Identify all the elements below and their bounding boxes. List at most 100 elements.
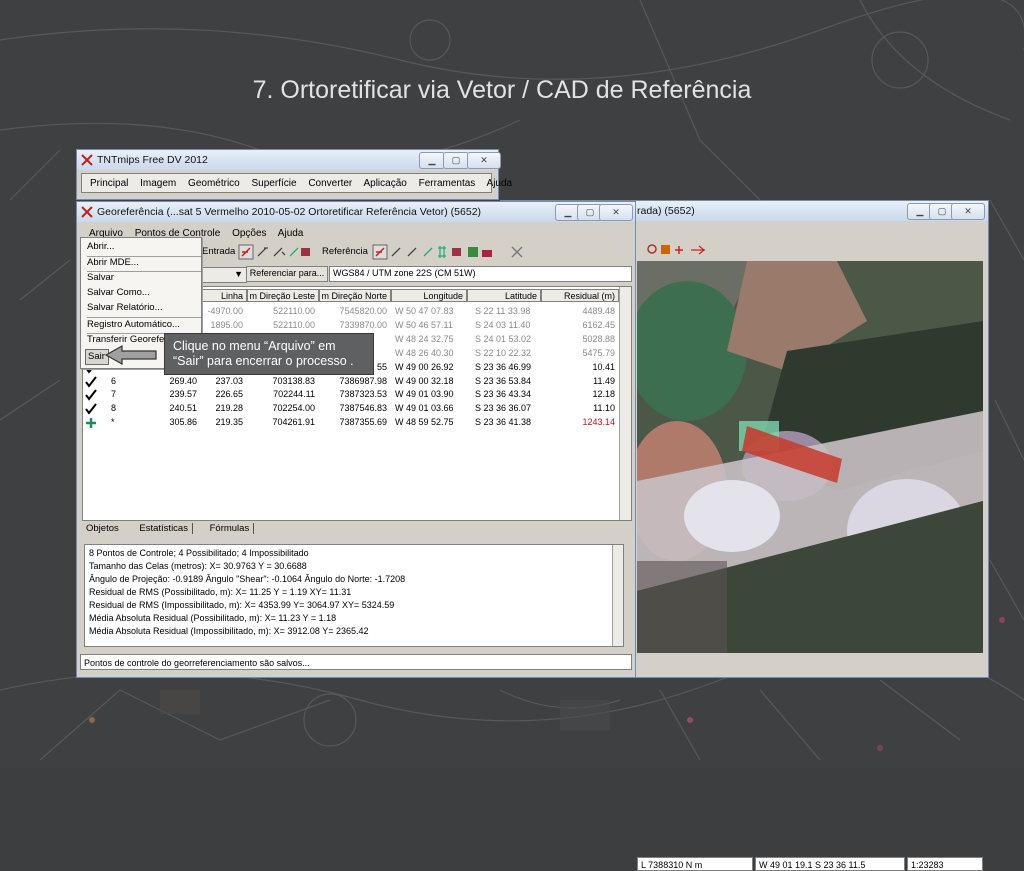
col-header-norte[interactable]: m Direção Norte: [319, 289, 391, 302]
cell-num: 7: [111, 389, 117, 400]
menu-ferramentas[interactable]: Ferramentas: [419, 178, 476, 189]
table-row[interactable]: 6 269.40 237.03 703138.83 7386987.98 W 49 00 …: [83, 375, 623, 388]
tab-estatisticas[interactable]: Estatísticas: [135, 523, 193, 534]
input-label: Entrada: [202, 246, 236, 257]
menu-item-abrir[interactable]: Abrir...: [87, 241, 114, 252]
menu-item-registro-automatico[interactable]: Registro Automático...: [87, 319, 180, 330]
cell-norte: 7387546.83: [339, 403, 387, 414]
menu-aplicacao[interactable]: Aplicação: [363, 178, 406, 189]
cell-res: 11.10: [593, 403, 615, 414]
menu-ajuda[interactable]: Ajuda: [487, 178, 513, 189]
tntmips-close-button[interactable]: ✕: [467, 152, 501, 169]
cell-linha: 219.35: [215, 417, 243, 428]
stats-line: Residual de RMS (Impossibilitado, m): X=…: [89, 600, 395, 610]
reference-status-coord: L 7388310 N m: [637, 857, 753, 871]
cell-leste: 522110.00: [273, 319, 315, 330]
cell-leste: 702244.11: [273, 389, 315, 400]
cell-num: 6: [111, 375, 117, 386]
menu-converter[interactable]: Converter: [308, 178, 352, 189]
menu-geometrico[interactable]: Geométrico: [188, 178, 240, 189]
cell-col: 240.51: [169, 403, 197, 414]
georef-app-icon: [81, 206, 93, 218]
satellite-image[interactable]: [637, 261, 983, 653]
cell-lat: S 22 11 33.98: [475, 306, 531, 316]
menu-item-salvar[interactable]: Salvar: [87, 272, 114, 283]
arrow-left-icon: [104, 344, 157, 366]
cell-lat: S 22 10 22.32: [475, 347, 532, 358]
tab-formulas[interactable]: Fórmulas: [205, 523, 255, 534]
cell-lon: W 50 47 07.83: [395, 306, 454, 316]
cell-lat: S 23 36 41.38: [475, 417, 532, 428]
reference-status-scale: 1:23283: [907, 857, 983, 871]
table-row[interactable]: * 305.86 219.35 704261.91 7387355.69 W 48 59 …: [83, 416, 623, 429]
menu-separator: [87, 317, 201, 318]
table-row[interactable]: 8 240.51 219.28 702254.00 7387546.83 W 49 01 …: [83, 402, 623, 415]
tntmips-app-icon: [81, 154, 93, 166]
col-header-residual[interactable]: Residual (m): [541, 289, 619, 302]
menu-ajuda-georef[interactable]: Ajuda: [278, 228, 304, 239]
cell-res: 6162.45: [582, 319, 615, 330]
tntmips-minimize-button[interactable]: ▁: [419, 152, 445, 169]
cell-norte: 7339870.00: [339, 319, 387, 330]
add-point-icon[interactable]: [85, 417, 97, 429]
cell-lat: S 23 36 43.34: [475, 389, 532, 400]
cell-linha: 219.28: [215, 403, 243, 414]
cell-leste: 704261.91: [272, 417, 315, 428]
tntmips-menubar: Principal Imagem Geométrico Superfície C…: [81, 173, 512, 193]
cell-res: 1243.14: [582, 417, 615, 428]
menu-item-salvar-como[interactable]: Salvar Como...: [87, 287, 150, 298]
menu-superficie[interactable]: Superfície: [252, 178, 297, 189]
reference-toolbar-buttons[interactable]: [372, 244, 528, 260]
cell-col: 239.57: [169, 389, 197, 400]
col-header-longitude[interactable]: Longitude: [391, 289, 467, 302]
projection-field[interactable]: WGS84 / UTM zone 22S (CM 51W): [329, 266, 632, 282]
checkmark-icon[interactable]: [85, 375, 97, 388]
georef-title: Georeferência (...sat 5 Vermelho 2010-05…: [97, 206, 482, 218]
checkmark-icon[interactable]: [85, 389, 97, 402]
checkmark-icon[interactable]: [85, 403, 97, 415]
cell-lat: S 24 01 53.02: [475, 333, 532, 344]
col-header-latitude[interactable]: Latitude: [467, 289, 541, 302]
stats-vertical-scrollbar[interactable]: [612, 545, 623, 646]
cell-lon: W 50 46 57.11: [395, 319, 453, 330]
col-header-leste[interactable]: m Direção Leste: [247, 289, 319, 302]
georef-titlebar[interactable]: Georeferência (...sat 5 Vermelho 2010-05…: [77, 202, 635, 222]
referenciar-para-button[interactable]: Referenciar para...: [246, 266, 328, 282]
reference-close-button[interactable]: ✕: [951, 203, 985, 220]
cell-norte: 7386987.98: [339, 375, 387, 386]
cell-lon: W 48 59 52.75: [395, 417, 454, 428]
stats-line: 8 Pontos de Controle; 4 Possibilitado; 4…: [89, 548, 309, 558]
menu-item-abrir-mde[interactable]: Abrir MDE...: [87, 257, 139, 268]
cell-res: 5028.88: [582, 333, 615, 344]
statistics-panel[interactable]: 8 Pontos de Controle; 4 Possibilitado; 4…: [84, 544, 624, 647]
reference-label: Referência: [322, 246, 368, 257]
cell-norte: 7545820.00: [339, 306, 387, 316]
cell-lat: S 24 03 11.40: [475, 319, 531, 330]
layer-dropdown[interactable]: ▼: [200, 267, 247, 283]
georef-close-button[interactable]: ✕: [599, 204, 633, 221]
menu-principal[interactable]: Principal: [90, 178, 128, 189]
tab-objetos[interactable]: Objetos: [82, 523, 123, 534]
cell-lat: S 23 36 53.84: [475, 375, 532, 386]
cell-linha: 1895.00: [210, 319, 243, 330]
cell-lon: W 49 01 03.90: [395, 389, 454, 400]
cell-res: 10.41: [592, 361, 615, 372]
chevron-down-icon: ▼: [234, 269, 243, 279]
table-row[interactable]: 7 239.57 226.65 702244.11 7387323.53 W 49 01 …: [83, 388, 623, 402]
cell-lon: W 49 01 03.66: [395, 403, 454, 414]
reference-status-lonlat: W 49 01 19.1 S 23 36 11.5: [755, 857, 905, 871]
menu-item-salvar-relatorio[interactable]: Salvar Relatório...: [87, 302, 163, 313]
reference-toolbar-icons[interactable]: [647, 243, 727, 257]
cell-lon: W 48 26 40.30: [395, 347, 454, 358]
slide-title: 7. Ortoretificar via Vetor / CAD de Refe…: [252, 76, 752, 104]
input-toolbar-icons[interactable]: [238, 244, 314, 260]
menu-imagem[interactable]: Imagem: [140, 178, 176, 189]
cell-lat: S 23 36 36.07: [475, 403, 532, 414]
menu-opcoes[interactable]: Opções: [232, 228, 266, 239]
cell-res: 12.18: [592, 389, 615, 400]
cell-leste: 522110.00: [273, 306, 315, 316]
stats-line: Tamanho das Celas (metros): X= 30.9763 Y…: [89, 561, 307, 571]
tntmips-maximize-button[interactable]: ▢: [443, 152, 469, 169]
stats-line: Residual de RMS (Possibilitado, m): X= 1…: [89, 587, 352, 597]
col-header-linha[interactable]: Linha: [201, 289, 247, 302]
